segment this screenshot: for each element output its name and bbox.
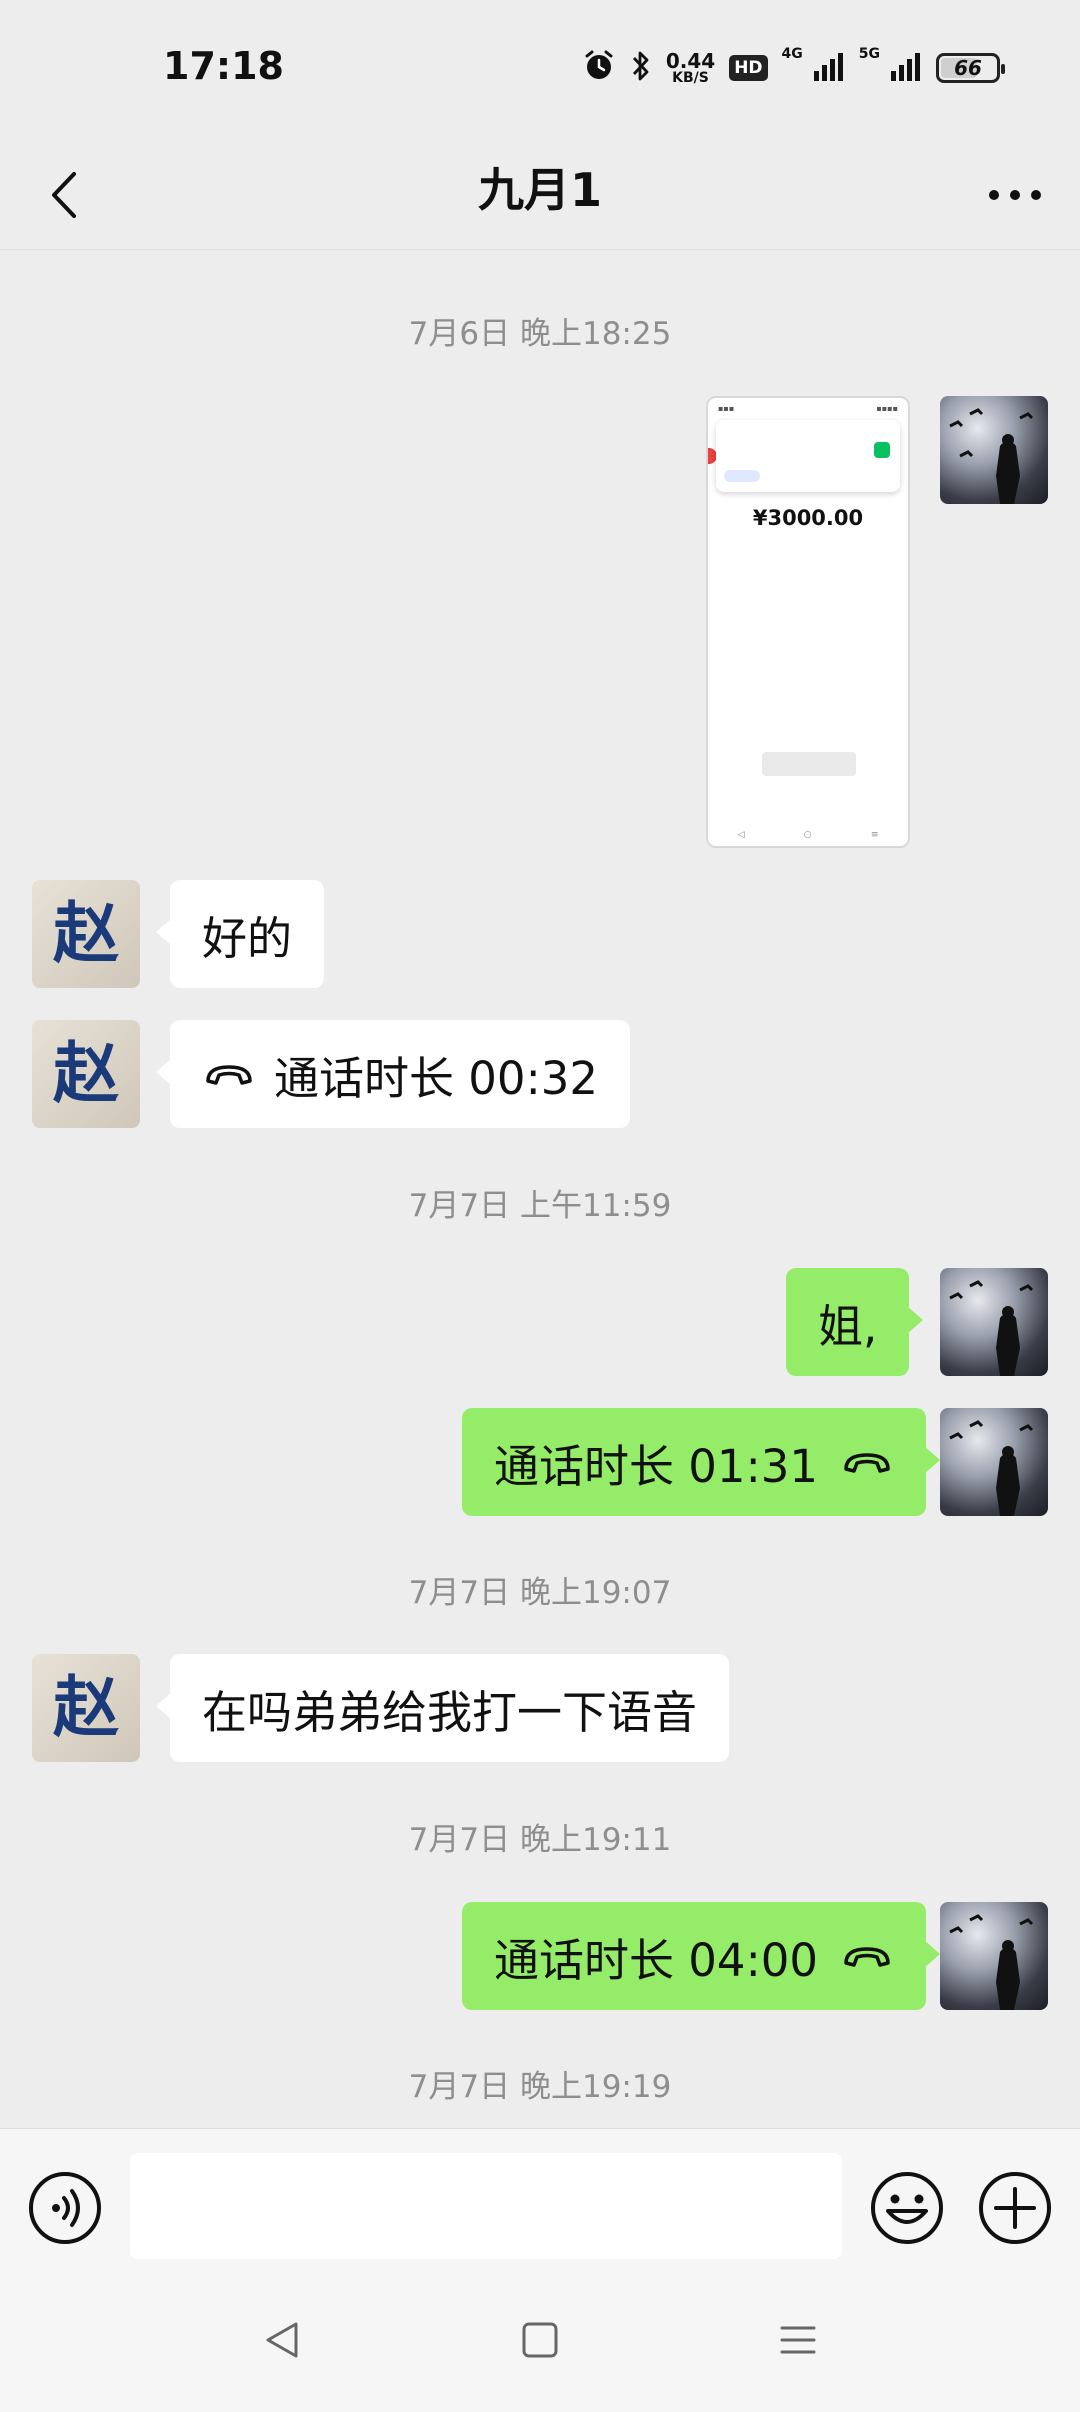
system-nav-bar: [0, 2268, 1080, 2412]
message-timestamp: 7月6日 晚上18:25: [408, 316, 672, 352]
signal-icon: [890, 51, 922, 85]
emoji-button[interactable]: [870, 2171, 944, 2245]
message-timestamp: 7月7日 晚上19:07: [408, 1575, 672, 1611]
message-timestamp: 7月7日 上午11:59: [408, 1188, 672, 1224]
avatar-image: [949, 1280, 1034, 1376]
call-duration-text: 通话时长 00:32: [274, 1051, 598, 1105]
signal-icon: [813, 51, 845, 85]
received-call-record[interactable]: 通话时长 00:32: [156, 1020, 630, 1128]
svg-text:赵: 赵: [53, 895, 119, 972]
battery-level: 66: [954, 56, 982, 80]
triangle-back-icon: [266, 2322, 298, 2358]
input-bar: [0, 2128, 1080, 2268]
screenshot-popup-button: [724, 470, 760, 482]
status-icons: 0.44 KB/S HD 4G 5G 66: [582, 46, 1005, 90]
screenshot-nav: ◁ ○ ≡: [737, 830, 879, 840]
message-text: 姐,: [818, 1299, 878, 1353]
screenshot-status-bar: ▪▪▪ ▪▪▪▪: [718, 404, 898, 413]
menu-icon: [780, 2326, 816, 2354]
nav-home-button[interactable]: [510, 2310, 570, 2370]
my-avatar[interactable]: [940, 1902, 1048, 2010]
net-speed-value: 0.44: [665, 49, 716, 73]
screenshot-notification-popup: [716, 420, 900, 492]
phone-hangup-icon: [840, 1941, 894, 1971]
more-functions-button[interactable]: [978, 2171, 1052, 2245]
message-timestamp: 7月7日 晚上19:19: [408, 2069, 672, 2105]
call-duration-text: 通话时长 04:00: [494, 1933, 818, 1987]
phone-hangup-icon: [840, 1447, 894, 1477]
contact-avatar[interactable]: 赵: [32, 1654, 140, 1762]
contact-avatar[interactable]: 赵: [32, 880, 140, 988]
avatar-image: [949, 1420, 1034, 1516]
my-avatar[interactable]: [940, 1408, 1048, 1516]
alarm-icon: [582, 49, 616, 87]
received-message[interactable]: 在吗弟弟给我打一下语音: [155, 1654, 730, 1762]
nav-menu-button[interactable]: [768, 2310, 828, 2370]
sent-message[interactable]: 姐,: [786, 1268, 924, 1376]
emoji-icon: [871, 2172, 943, 2244]
image-message[interactable]: ▪▪▪ ▪▪▪▪ ¥3000.00 ◁ ○ ≡: [706, 396, 910, 848]
sent-call-record[interactable]: 通话时长 04:00: [462, 1902, 940, 2010]
voice-icon: [29, 2172, 101, 2244]
screenshot-done-button: [762, 752, 856, 776]
my-avatar[interactable]: [940, 1268, 1048, 1376]
voice-input-button[interactable]: [28, 2171, 102, 2245]
svg-text:赵: 赵: [53, 1669, 119, 1746]
square-home-icon: [522, 2322, 558, 2358]
nav-back-button[interactable]: [252, 2310, 312, 2370]
message-input[interactable]: [130, 2153, 842, 2259]
more-options-button[interactable]: [980, 160, 1050, 230]
screenshot-amount: ¥3000.00: [752, 506, 864, 530]
net-speed: 0.44 KB/S: [666, 51, 715, 85]
more-horizontal-icon: [989, 190, 1041, 200]
chat-title: 九月1: [477, 163, 602, 217]
message-text: 好的: [202, 911, 293, 965]
status-bar: 17:18 0.44 KB/S HD 4G 5G 66: [0, 0, 1080, 138]
call-duration-text: 通话时长 01:31: [494, 1439, 818, 1493]
bluetooth-icon: [630, 48, 652, 88]
received-message[interactable]: 好的: [155, 880, 325, 988]
net-speed-unit: KB/S: [672, 70, 709, 86]
contact-avatar[interactable]: 赵: [32, 1020, 140, 1128]
avatar-image: 赵: [53, 1669, 119, 1746]
wechat-icon: [874, 442, 890, 458]
hd-badge: HD: [729, 55, 768, 81]
sent-call-record[interactable]: 通话时长 01:31: [462, 1408, 940, 1516]
avatar-image: 赵: [53, 1035, 119, 1112]
message-text: 在吗弟弟给我打一下语音: [202, 1685, 698, 1739]
signal-5g-label: 5G: [858, 46, 880, 62]
battery-icon: 66: [936, 53, 1005, 83]
status-time: 17:18: [163, 44, 284, 88]
my-avatar[interactable]: [940, 396, 1048, 504]
avatar-image: [949, 1914, 1034, 2010]
svg-text:赵: 赵: [53, 1035, 119, 1112]
signal-4g-label: 4G: [781, 46, 803, 62]
avatar-image: 赵: [53, 895, 119, 972]
plus-icon: [979, 2172, 1051, 2244]
message-timestamp: 7月7日 晚上19:11: [408, 1822, 672, 1858]
avatar-image: [949, 408, 1034, 504]
chat-header: 九月1: [0, 138, 1080, 250]
phone-hangup-icon: [202, 1059, 256, 1089]
